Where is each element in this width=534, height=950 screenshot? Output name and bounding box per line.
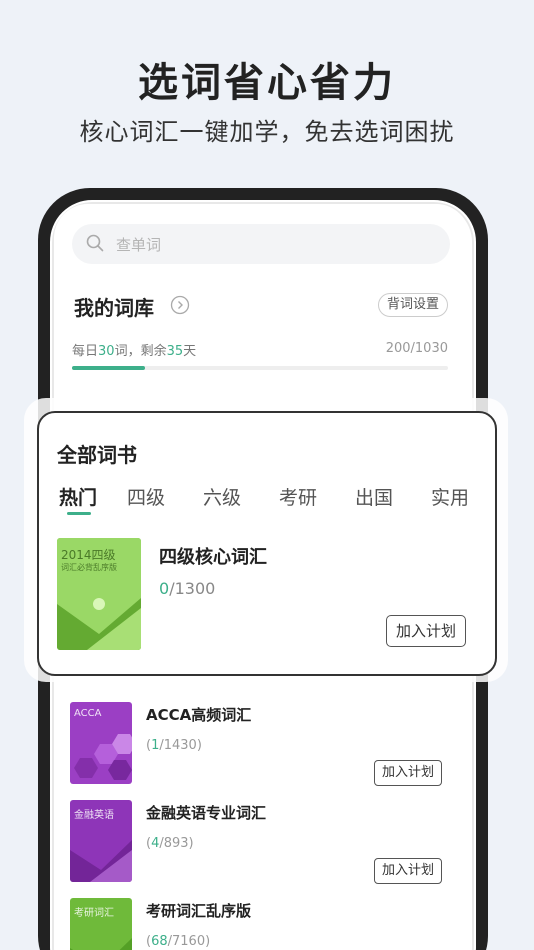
tab-cet6[interactable]: 六级 xyxy=(203,483,241,510)
book-cover: 金融英语 xyxy=(70,800,132,882)
tab-hot[interactable]: 热门 xyxy=(59,483,97,510)
progress-bar xyxy=(72,366,448,370)
add-to-plan-button[interactable]: 加入计划 xyxy=(386,615,467,647)
progress-fill xyxy=(72,366,145,370)
cover-subtext: 词汇必背乱序版 xyxy=(61,563,117,572)
learned-count: 0 xyxy=(159,579,170,598)
book-name: 考研词汇乱序版 xyxy=(146,902,252,920)
all-books-title: 全部词书 xyxy=(57,443,137,467)
book-cover: ACCA xyxy=(70,702,132,784)
settings-button[interactable]: 背词设置 xyxy=(378,293,449,317)
cover-text: 考研词汇 xyxy=(74,908,114,919)
days-left: 35 xyxy=(166,344,184,359)
search-icon xyxy=(86,234,104,252)
book-row[interactable]: ACCA ACCA高频词汇 (1/1430) 加入计划 xyxy=(70,702,454,792)
book-name: ACCA高频词汇 xyxy=(146,706,252,724)
daily-suffix: 天 xyxy=(183,344,197,359)
daily-plan-text: 每日30词，剩余35天 xyxy=(72,340,196,359)
book-progress: (68/7160) xyxy=(146,934,210,949)
daily-words: 30 xyxy=(98,344,115,359)
all-books-card: 全部词书 热门 四级 六级 考研 出国 实用 2014四级 词汇必背乱序版 四级… xyxy=(37,411,497,676)
featured-book-cover[interactable]: 2014四级 词汇必背乱序版 xyxy=(57,538,141,650)
active-tab-indicator xyxy=(67,512,91,515)
featured-book-name: 四级核心词汇 xyxy=(159,547,267,568)
promo-subtitle: 核心词汇一键加学，免去选词困扰 xyxy=(79,118,455,146)
tab-abroad[interactable]: 出国 xyxy=(355,483,393,510)
chevron-right-circle-icon[interactable] xyxy=(170,295,190,315)
book-row[interactable]: 考研词汇 考研词汇乱序版 (68/7160) xyxy=(70,898,454,950)
learned-count: 68 xyxy=(151,934,168,949)
total-count: /7160) xyxy=(167,934,211,949)
total-count: /1300 xyxy=(169,579,216,598)
cover-text: 金融英语 xyxy=(74,810,114,821)
book-row[interactable]: 金融英语 金融英语专业词汇 (4/893) 加入计划 xyxy=(70,800,454,890)
library-title: 我的词库 xyxy=(74,296,154,320)
tab-practical[interactable]: 实用 xyxy=(431,483,469,510)
daily-mid: 词，剩余 xyxy=(114,344,167,359)
tab-postgrad[interactable]: 考研 xyxy=(279,483,317,510)
book-progress: (1/1430) xyxy=(146,738,202,753)
total-count: /893) xyxy=(159,836,194,851)
book-name: 金融英语专业词汇 xyxy=(146,804,267,822)
search-placeholder: 查单词 xyxy=(116,236,162,254)
add-to-plan-button[interactable]: 加入计划 xyxy=(373,760,442,786)
progress-count: 200/1030 xyxy=(385,341,448,356)
search-bar[interactable]: 查单词 xyxy=(72,224,450,264)
promo-title: 选词省心省力 xyxy=(138,60,396,106)
book-cover: 考研词汇 xyxy=(70,898,132,950)
tab-cet4[interactable]: 四级 xyxy=(127,483,165,510)
daily-prefix: 每日 xyxy=(72,344,99,359)
total-count: /1430) xyxy=(159,738,202,753)
cover-text: ACCA xyxy=(74,708,102,719)
book-progress: (4/893) xyxy=(146,836,194,851)
add-to-plan-button[interactable]: 加入计划 xyxy=(373,858,442,884)
cover-text: 2014四级 xyxy=(61,548,116,562)
featured-book-progress: 0/1300 xyxy=(159,579,215,598)
